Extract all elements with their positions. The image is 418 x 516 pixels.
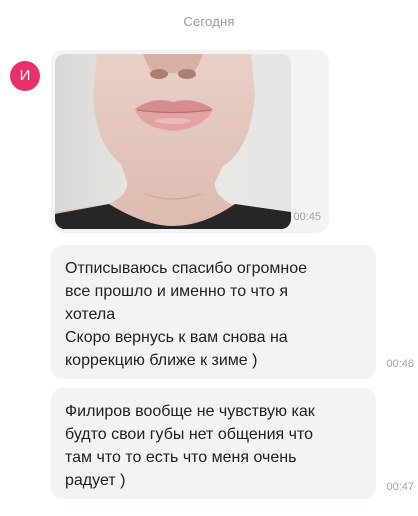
photo-message[interactable]: 00:45 xyxy=(51,50,329,233)
avatar[interactable]: И xyxy=(10,61,40,91)
message-time: 00:47 xyxy=(386,481,414,493)
message-time: 00:46 xyxy=(386,358,414,370)
date-divider: Сегодня xyxy=(183,14,235,29)
message-bubble[interactable]: Отписываюсь спасибо огромное все прошло … xyxy=(51,245,376,379)
message-time: 00:45 xyxy=(293,211,321,223)
photo-image xyxy=(55,54,291,229)
message-bubble[interactable]: Филиров вообще не чувствую как будто сво… xyxy=(51,388,376,499)
lips-photo[interactable] xyxy=(55,54,291,229)
